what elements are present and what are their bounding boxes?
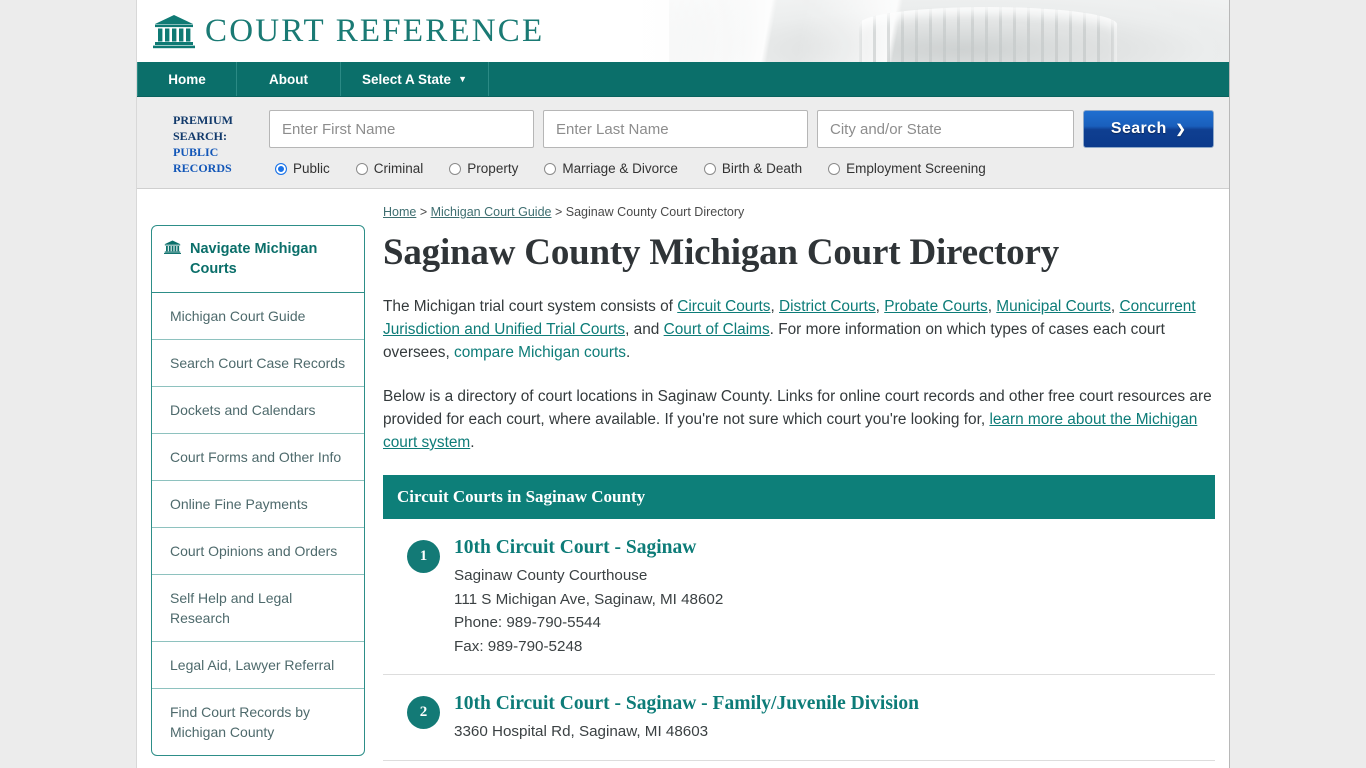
court-fax-line: Fax: 989-790-5248 — [454, 637, 583, 655]
nav-item-home[interactable]: Home — [137, 62, 237, 96]
court-number-badge: 2 — [407, 696, 440, 729]
premium-label-line4: RECORDS — [173, 161, 232, 175]
breadcrumb-current: Saginaw County Court Directory — [565, 205, 745, 219]
premium-label-line1: PREMIUM — [173, 113, 233, 127]
radio-indicator — [828, 162, 841, 175]
breadcrumb-link-michigan-court-guide[interactable]: Michigan Court Guide — [431, 205, 552, 219]
page-container: COURT REFERENCE Home About Select A Stat… — [136, 0, 1230, 768]
link-municipal-courts[interactable]: Municipal Courts — [996, 298, 1111, 315]
court-number-badge: 1 — [407, 540, 440, 573]
intro-paragraph-2: Below is a directory of court locations … — [383, 385, 1215, 454]
intro-text: The Michigan trial court system consists… — [383, 298, 678, 315]
main-column: Home > Michigan Court Guide > Saginaw Co… — [383, 203, 1215, 761]
court-details: 10th Circuit Court - Saginaw - Family/Ju… — [454, 693, 1211, 744]
intro-text: , — [875, 298, 885, 315]
court-details: 10th Circuit Court - Saginaw Saginaw Cou… — [454, 537, 1211, 658]
court-phone-line: Phone: 989-790-5544 — [454, 614, 601, 631]
sidebar-item-court-opinions-and-orders[interactable]: Court Opinions and Orders — [152, 528, 364, 575]
premium-search-label: PREMIUM SEARCH: PUBLIC RECORDS — [137, 110, 269, 176]
site-title: COURT REFERENCE — [205, 12, 545, 49]
city-state-input[interactable] — [817, 110, 1074, 148]
premium-label-line2: SEARCH: — [173, 129, 228, 143]
radio-label: Marriage & Divorce — [562, 161, 678, 176]
sidebar-item-search-court-case-records[interactable]: Search Court Case Records — [152, 340, 364, 387]
courthouse-icon — [153, 13, 195, 49]
court-address-line: Saginaw County Courthouse — [454, 567, 648, 584]
nav-label: About — [269, 71, 308, 87]
radio-label: Criminal — [373, 161, 424, 176]
nav-label: Select A State — [362, 71, 452, 87]
intro-paragraph-1: The Michigan trial court system consists… — [383, 295, 1215, 364]
court-name-link[interactable]: 10th Circuit Court - Saginaw — [454, 537, 1211, 559]
breadcrumb-separator: > — [416, 205, 431, 219]
sidebar-item-find-court-records-by-michigan-county[interactable]: Find Court Records by Michigan County — [152, 689, 364, 755]
sidebar-header: Navigate Michigan Courts — [152, 226, 364, 293]
radio-label: Property — [467, 161, 519, 176]
intro-text: . — [625, 344, 631, 361]
nav-item-select-a-state[interactable]: Select A State ▼ — [341, 62, 489, 96]
radio-label: Public — [293, 161, 330, 176]
breadcrumb-link-home[interactable]: Home — [383, 205, 416, 219]
link-court-of-claims[interactable]: Court of Claims — [664, 321, 770, 338]
search-button[interactable]: Search ❯ — [1083, 110, 1214, 148]
breadcrumb-separator: > — [551, 205, 566, 219]
radio-label: Birth & Death — [721, 161, 803, 176]
link-compare-michigan-courts[interactable]: compare Michigan courts — [454, 344, 626, 361]
sidebar-navigate-michigan-courts: Navigate Michigan Courts Michigan Court … — [151, 225, 365, 756]
chevron-down-icon: ▼ — [458, 73, 467, 84]
sidebar-item-court-forms-and-other-info[interactable]: Court Forms and Other Info — [152, 434, 364, 481]
premium-label-line3: PUBLIC — [173, 145, 219, 159]
radio-indicator — [355, 162, 368, 175]
last-name-input[interactable] — [543, 110, 808, 148]
sidebar-item-online-fine-payments[interactable]: Online Fine Payments — [152, 481, 364, 528]
radio-indicator — [275, 162, 287, 175]
section-heading-circuit-courts: Circuit Courts in Saginaw County — [383, 475, 1215, 519]
radio-indicator — [544, 162, 557, 175]
chevron-right-icon: ❯ — [1175, 122, 1187, 136]
link-probate-courts[interactable]: Probate Courts — [884, 298, 988, 315]
radio-indicator — [703, 162, 716, 175]
radio-option-employment-screening[interactable]: Employment Screening — [828, 161, 986, 176]
record-type-radio-group: Public Criminal Property Marriage & Divo… — [269, 161, 1229, 176]
radio-option-property[interactable]: Property — [449, 161, 518, 176]
page-title: Saginaw County Michigan Court Directory — [383, 232, 1059, 273]
first-name-input[interactable] — [269, 110, 534, 148]
sidebar-item-legal-aid-lawyer-referral[interactable]: Legal Aid, Lawyer Referral — [152, 642, 364, 689]
intro-text: , — [987, 298, 997, 315]
search-button-label: Search — [1110, 120, 1167, 137]
radio-option-marriage-divorce[interactable]: Marriage & Divorce — [544, 161, 678, 176]
site-logo-link[interactable]: COURT REFERENCE — [137, 13, 544, 50]
intro-text: , — [770, 298, 780, 315]
radio-option-public[interactable]: Public — [275, 161, 330, 176]
radio-label: Employment Screening — [846, 161, 986, 176]
main-navigation: Home About Select A State ▼ — [137, 62, 1229, 97]
search-input-row: Search ❯ — [269, 110, 1229, 148]
link-district-courts[interactable]: District Courts — [779, 298, 876, 315]
search-fields-group: Search ❯ Public Criminal Property — [269, 110, 1229, 176]
sidebar-item-dockets-and-calendars[interactable]: Dockets and Calendars — [152, 387, 364, 434]
link-circuit-courts[interactable]: Circuit Courts — [677, 298, 770, 315]
intro-text: , and — [625, 321, 664, 338]
court-listing-row: 2 10th Circuit Court - Saginaw - Family/… — [383, 675, 1215, 761]
intro-text: . — [470, 434, 475, 451]
court-address-line: 3360 Hospital Rd, Saginaw, MI 48603 — [454, 723, 709, 740]
radio-option-criminal[interactable]: Criminal — [355, 161, 424, 176]
courthouse-icon — [164, 239, 181, 260]
nav-item-about[interactable]: About — [237, 62, 341, 96]
site-masthead: COURT REFERENCE — [137, 0, 1229, 62]
sidebar-item-self-help-and-legal-research[interactable]: Self Help and Legal Research — [152, 575, 364, 642]
breadcrumb: Home > Michigan Court Guide > Saginaw Co… — [383, 205, 1215, 219]
radio-indicator — [449, 162, 462, 175]
radio-option-birth-death[interactable]: Birth & Death — [703, 161, 803, 176]
court-address-line: 111 S Michigan Ave, Saginaw, MI 48602 — [454, 590, 724, 608]
nav-label: Home — [168, 71, 206, 87]
sidebar-item-michigan-court-guide[interactable]: Michigan Court Guide — [152, 293, 364, 340]
premium-search-bar: PREMIUM SEARCH: PUBLIC RECORDS Search ❯ … — [137, 97, 1229, 189]
court-name-link[interactable]: 10th Circuit Court - Saginaw - Family/Ju… — [454, 693, 1211, 715]
court-listing-row: 1 10th Circuit Court - Saginaw Saginaw C… — [383, 519, 1215, 675]
sidebar-heading-label: Navigate Michigan Courts — [190, 241, 318, 277]
content-area: Navigate Michigan Courts Michigan Court … — [137, 189, 1229, 761]
